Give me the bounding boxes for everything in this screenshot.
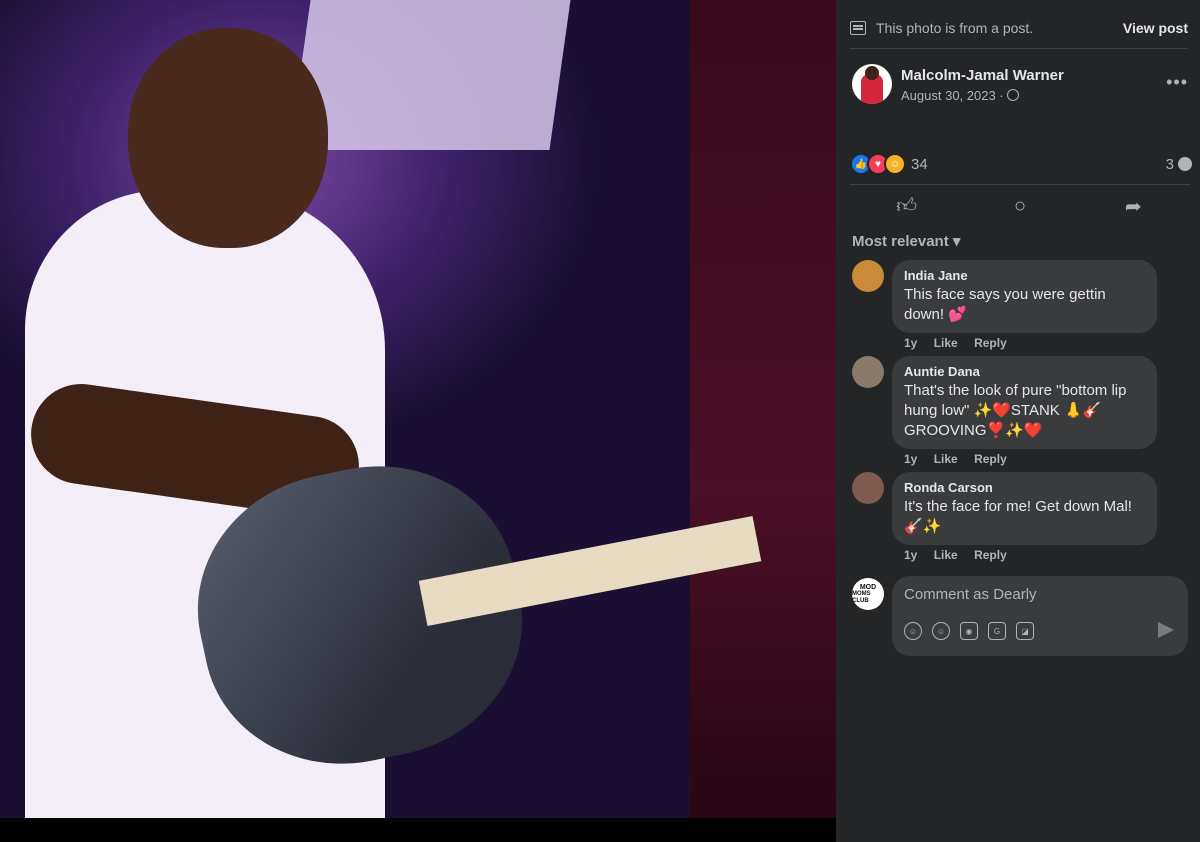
composer-tools: ☺ ☺ ◉ G ◪ [904, 622, 1034, 640]
share-icon: ➦ [1124, 195, 1142, 218]
like-button[interactable]: 👍︎ [887, 189, 927, 223]
thumbs-up-icon: 👍︎ [896, 195, 918, 217]
comment-input[interactable]: Comment as Dearly ☺ ☺ ◉ G ◪ [892, 576, 1188, 656]
comment-count[interactable]: 3 [1166, 156, 1192, 173]
reactions-bar[interactable]: 👍 ♥ ☺ 34 3 [850, 152, 1192, 176]
comment-bubble-icon [1178, 157, 1192, 171]
comment-icon: ○ [1013, 194, 1027, 217]
comment-meta: 1y Like Reply [904, 548, 1020, 562]
chevron-down-icon: ▾ [952, 233, 961, 250]
musician-head [128, 28, 328, 248]
composer-avatar[interactable]: MOD MOMS CLUB [852, 578, 884, 610]
camera-icon[interactable]: ◉ [960, 622, 978, 640]
comment-bubble: Ronda Carson It's the face for me! Get d… [892, 472, 1157, 545]
post-actions: 👍︎ ○ ➦ [850, 184, 1190, 227]
document-icon [850, 21, 866, 35]
comment-bubble: Auntie Dana That's the look of pure "bot… [892, 356, 1157, 449]
comment-composer: MOD MOMS CLUB Comment as Dearly ☺ ☺ ◉ G … [852, 576, 1192, 656]
post-notice-text: This photo is from a post. [876, 20, 1034, 36]
avatar-sticker-icon[interactable]: ☺ [904, 622, 922, 640]
commenter-avatar[interactable] [852, 260, 884, 292]
commenter-name[interactable]: Ronda Carson [904, 480, 1145, 495]
comment-text: That's the look of pure "bottom lip hung… [904, 382, 1127, 439]
globe-icon [1006, 89, 1019, 101]
commenter-avatar[interactable] [852, 472, 884, 504]
send-icon[interactable] [1158, 622, 1174, 638]
post-notice-bar: This photo is from a post. View post [850, 8, 1188, 49]
more-options-icon[interactable]: ••• [1166, 72, 1188, 93]
stage-screen [289, 0, 571, 150]
comment-count-text: 3 [1165, 155, 1174, 173]
view-post-link[interactable]: View post [1123, 20, 1188, 36]
post-date-text: August 30, 2023 · [901, 88, 1004, 103]
comment-time[interactable]: 1y [904, 336, 917, 350]
comment-text: It's the face for me! Get down Mal! 🎸✨ [904, 498, 1132, 535]
author-avatar[interactable] [852, 64, 892, 104]
sort-label: Most relevant [852, 233, 949, 250]
post-photo[interactable] [0, 0, 836, 818]
comment-like-button[interactable]: Like [934, 548, 958, 562]
stage-curtain [690, 0, 836, 818]
comment-meta: 1y Like Reply [904, 452, 1020, 466]
comment-like-button[interactable]: Like [934, 452, 958, 466]
composer-avatar-line2: MOMS CLUB [852, 590, 871, 604]
comment-meta: 1y Like Reply [904, 336, 1020, 350]
commenter-avatar[interactable] [852, 356, 884, 388]
commenter-name[interactable]: India Jane [904, 268, 1145, 283]
reaction-count[interactable]: 34 [911, 156, 928, 173]
comment-text: This face says you were gettin down! 💕 [904, 286, 1106, 323]
comment-reply-button[interactable]: Reply [974, 336, 1007, 350]
comment-reply-button[interactable]: Reply [974, 452, 1007, 466]
commenter-name[interactable]: Auntie Dana [904, 364, 1145, 379]
emoji-icon[interactable]: ☺ [932, 622, 950, 640]
author-name[interactable]: Malcolm-Jamal Warner [901, 67, 1064, 84]
comment-button[interactable]: ○ [1000, 189, 1040, 223]
comment-like-button[interactable]: Like [934, 336, 958, 350]
comment-sort-dropdown[interactable]: Most relevant ▾ [852, 232, 960, 250]
comment-placeholder: Comment as Dearly [904, 586, 1037, 603]
comment-reply-button[interactable]: Reply [974, 548, 1007, 562]
comment-time[interactable]: 1y [904, 548, 917, 562]
composer-avatar-line1: MOD [859, 583, 877, 591]
comment-time[interactable]: 1y [904, 452, 917, 466]
avatar-head [865, 66, 879, 80]
post-sidebar: This photo is from a post. View post Mal… [836, 0, 1200, 842]
gif-icon[interactable]: G [988, 622, 1006, 640]
post-author: Malcolm-Jamal Warner August 30, 2023 · •… [852, 64, 1192, 108]
care-reaction-icon: ☺ [884, 153, 906, 175]
share-button[interactable]: ➦ [1113, 189, 1153, 223]
post-date[interactable]: August 30, 2023 · [901, 88, 1019, 103]
sticker-icon[interactable]: ◪ [1016, 622, 1034, 640]
comment-bubble: India Jane This face says you were getti… [892, 260, 1157, 333]
